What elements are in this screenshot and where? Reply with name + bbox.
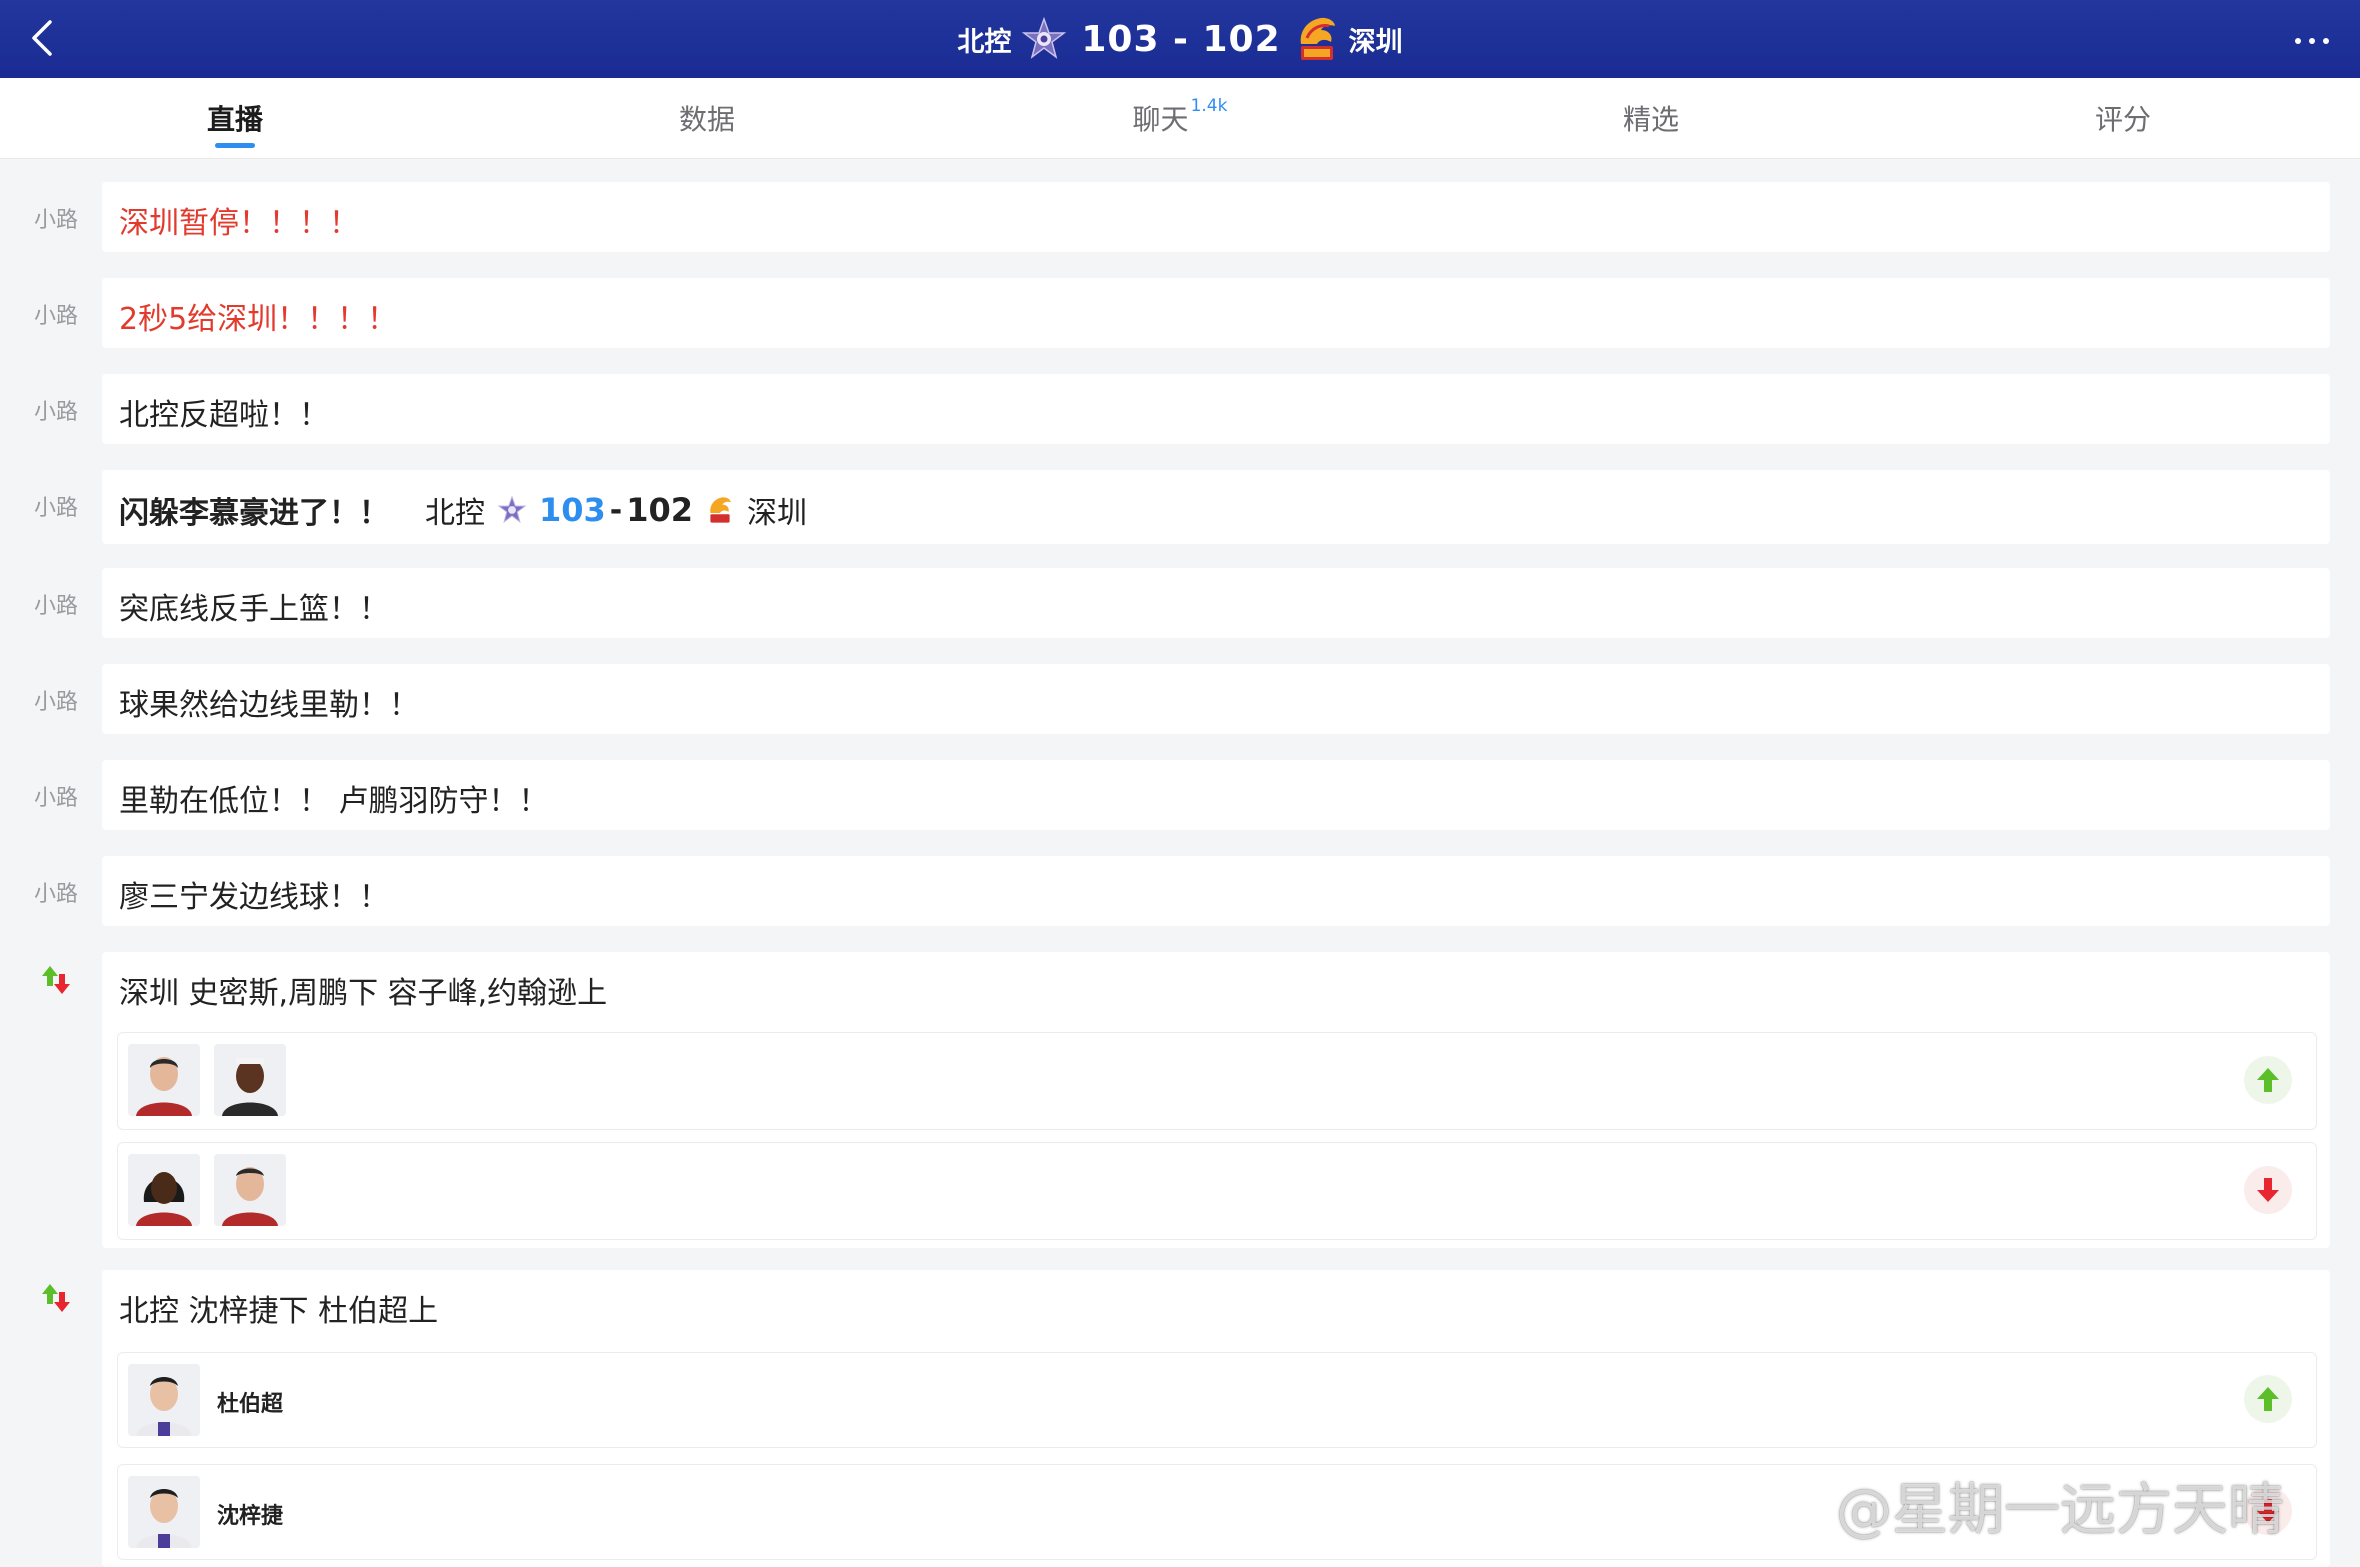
- more-dots-icon: [2291, 29, 2333, 48]
- score-home-team: 北控: [425, 496, 485, 531]
- feed-text: 2秒5给深圳！！！！: [119, 302, 398, 337]
- tab-label: 聊天: [1132, 103, 1189, 136]
- away-score: 102: [626, 491, 694, 529]
- score-away-team: 深圳: [747, 496, 808, 531]
- home-score: 103: [539, 491, 606, 529]
- commentator-name: 小路: [33, 882, 78, 907]
- players-out-row[interactable]: [117, 1142, 2317, 1240]
- feed-text: 闪躲李慕豪进了！！: [119, 496, 389, 531]
- feed-card: 北控反超啦！！: [102, 374, 2330, 444]
- player-out-name: 沈梓捷: [217, 1504, 284, 1529]
- substitution-text: 北控 沈梓捷下 杜伯超上: [119, 1294, 439, 1329]
- active-tab-indicator: [215, 143, 255, 148]
- feed-card: 深圳暂停！！！！: [102, 182, 2330, 252]
- feed-card: 2秒5给深圳！！！！: [102, 278, 2330, 348]
- feed-card: 闪躲李慕豪进了！！ 北控 103 - 102 深圳: [102, 470, 2330, 544]
- beikong-team-logo: [497, 495, 527, 523]
- tab-stats[interactable]: 数据: [557, 78, 857, 158]
- tab-label: 评分: [2094, 103, 2151, 136]
- tab-chat[interactable]: 聊天 1.4k: [1030, 78, 1330, 158]
- substitution-text: 深圳 史密斯,周鹏下 容子峰,约翰逊上: [119, 976, 608, 1011]
- feed-text: 廖三宁发边线球！！: [119, 880, 389, 915]
- chat-count-badge: 1.4k: [1190, 96, 1228, 116]
- player-avatar[interactable]: [128, 1044, 200, 1116]
- feed-text: 里勒在低位！！ 卢鹏羽防守！！: [119, 784, 549, 819]
- score-display: 103 - 102: [1081, 18, 1281, 60]
- scoreboard[interactable]: 北控 103 - 102 深圳: [0, 0, 2360, 78]
- player-avatar[interactable]: [214, 1154, 286, 1226]
- shenzhen-team-logo: [1300, 17, 1335, 60]
- commentator-name: 小路: [33, 304, 78, 329]
- player-photo: [128, 1364, 200, 1436]
- more-button[interactable]: [2284, 18, 2340, 58]
- player-photo: [214, 1044, 286, 1116]
- feed-text: 突底线反手上篮！！: [119, 592, 389, 627]
- watermark-text: @星期一远方天晴: [1836, 1477, 2284, 1543]
- commentator-name: 小路: [33, 594, 78, 619]
- player-photo: [128, 1476, 200, 1548]
- shenzhen-team-logo: [710, 497, 731, 523]
- player-photo: [128, 1154, 200, 1226]
- commentator-name: 小路: [33, 690, 78, 715]
- arrow-down-icon: [2257, 1178, 2279, 1202]
- substitution-icon: [42, 1284, 70, 1312]
- feed-text-row: 闪躲李慕豪进了！！ 北控 103 - 102 深圳: [119, 488, 807, 532]
- tab-highlights[interactable]: 精选: [1501, 78, 1801, 158]
- commentator-name: 小路: [33, 400, 78, 425]
- tab-label: 数据: [678, 103, 735, 136]
- feed-card: 球果然给边线里勒！！: [102, 664, 2330, 734]
- feed-text: 北控反超啦！！: [119, 398, 329, 433]
- player-in-name: 杜伯超: [217, 1392, 284, 1417]
- tab-bar: 直播 数据 聊天 1.4k 精选 评分: [0, 78, 2360, 159]
- feed-card: 廖三宁发边线球！！: [102, 856, 2330, 926]
- player-in-row[interactable]: 杜伯超: [117, 1352, 2317, 1448]
- score-dash: -: [609, 492, 623, 528]
- feed-text: 球果然给边线里勒！！: [119, 688, 419, 723]
- sub-out-indicator: [2244, 1166, 2292, 1214]
- players-in-row[interactable]: [117, 1032, 2317, 1130]
- player-photo: [128, 1044, 200, 1116]
- weibo-watermark: @星期一远方天晴: [1758, 1470, 2284, 1543]
- away-team-name: 深圳: [1348, 26, 1403, 58]
- substitution-icon: [42, 966, 70, 994]
- player-avatar[interactable]: [214, 1044, 286, 1116]
- commentator-name: 小路: [33, 208, 78, 233]
- tab-live[interactable]: 直播: [85, 78, 385, 158]
- home-team-name: 北控: [957, 26, 1012, 58]
- tab-ratings[interactable]: 评分: [1973, 78, 2273, 158]
- player-avatar[interactable]: [128, 1154, 200, 1226]
- feed-card: 突底线反手上篮！！: [102, 568, 2330, 638]
- commentator-name: 小路: [33, 786, 78, 811]
- player-avatar[interactable]: [128, 1364, 200, 1436]
- feed-card: 里勒在低位！！ 卢鹏羽防守！！: [102, 760, 2330, 830]
- tab-label: 直播: [206, 103, 263, 136]
- top-bar: 北控 103 - 102 深圳: [0, 0, 2360, 78]
- arrow-up-icon: [2257, 1068, 2279, 1092]
- feed-text: 深圳暂停！！！！: [119, 206, 359, 241]
- sub-in-indicator: [2244, 1056, 2292, 1104]
- weibo-logo-icon: [1760, 1479, 1828, 1533]
- arrow-up-icon: [2257, 1387, 2279, 1411]
- player-photo: [214, 1154, 286, 1226]
- beikong-team-logo: [1022, 16, 1067, 59]
- player-avatar[interactable]: [128, 1476, 200, 1548]
- commentator-name: 小路: [33, 496, 78, 521]
- sub-in-indicator: [2244, 1375, 2292, 1423]
- tab-label: 精选: [1622, 103, 1679, 136]
